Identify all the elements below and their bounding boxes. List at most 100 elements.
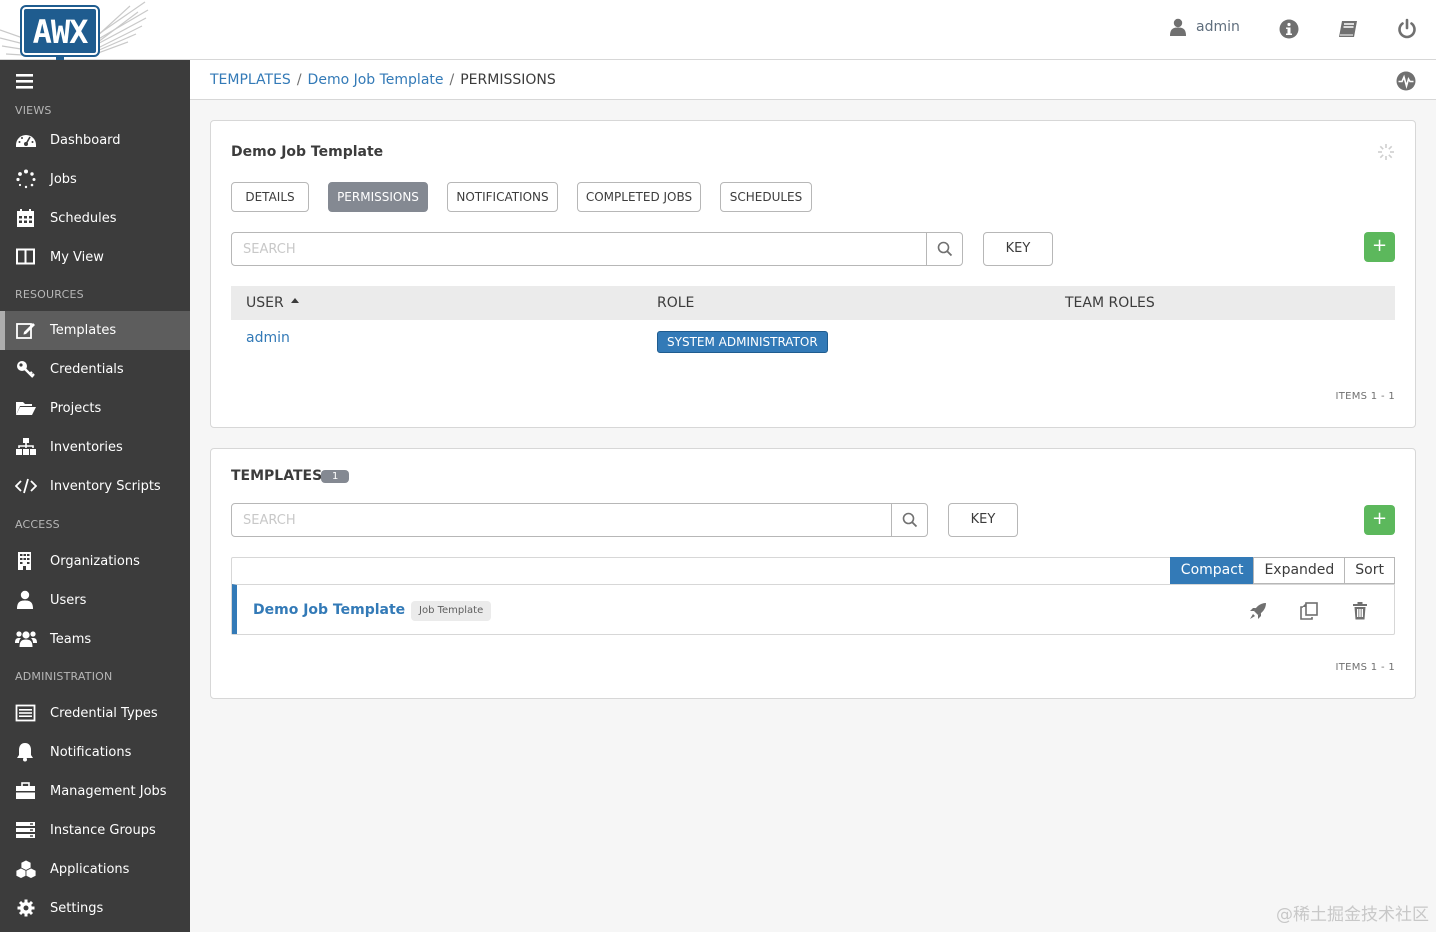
launch-rocket-icon[interactable] [1248, 601, 1268, 621]
code-icon [15, 478, 37, 494]
sidebar-item-my-view[interactable]: My View [0, 238, 190, 277]
search-button[interactable] [926, 233, 962, 265]
permissions-search [231, 232, 963, 266]
permission-user-link[interactable]: admin [246, 330, 290, 346]
role-badge[interactable]: SYSTEM ADMINISTRATOR [657, 331, 828, 353]
sidebar-item-jobs[interactable]: Jobs [0, 160, 190, 199]
search-input[interactable] [232, 233, 926, 265]
sidebar-item-schedules[interactable]: Schedules [0, 199, 190, 238]
sidebar-section-access: ACCESS [15, 518, 60, 531]
breadcrumb-bar: TEMPLATES / Demo Job Template / PERMISSIONS [190, 60, 1436, 100]
view-compact-button[interactable]: Compact [1169, 557, 1255, 584]
sidebar-item-label: Settings [50, 901, 104, 916]
sidebar-item-dashboard[interactable]: Dashboard [0, 121, 190, 160]
docs-book-icon[interactable] [1338, 18, 1358, 40]
breadcrumb-templates-link[interactable]: TEMPLATES [210, 72, 291, 88]
bell-icon [17, 743, 33, 762]
logout-power-icon[interactable] [1397, 18, 1417, 40]
sidebar-item-applications[interactable]: Applications [0, 850, 190, 889]
sort-ascending-icon[interactable] [291, 298, 299, 303]
sidebar-item-credential-types[interactable]: Credential Types [0, 694, 190, 733]
search-input[interactable] [232, 504, 891, 536]
cubes-icon [15, 859, 37, 879]
users-icon [15, 631, 37, 647]
breadcrumb-current: PERMISSIONS [460, 72, 556, 88]
items-count: ITEMS 1 - 1 [1335, 391, 1395, 402]
sidebar-item-label: Inventories [50, 440, 123, 455]
info-icon[interactable] [1279, 18, 1299, 40]
key-button[interactable]: KEY [948, 503, 1018, 537]
dashboard-icon [16, 135, 36, 147]
tab-schedules[interactable]: SCHEDULES [720, 182, 812, 212]
breadcrumb-separator: / [296, 72, 302, 88]
sidebar-item-label: Templates [50, 323, 117, 338]
sidebar-item-inventory-scripts[interactable]: Inventory Scripts [0, 467, 190, 506]
breadcrumb-separator: / [449, 72, 455, 88]
copy-icon[interactable] [1299, 601, 1319, 621]
awx-logo[interactable]: AWX [0, 0, 150, 60]
column-header-user[interactable]: USER [246, 295, 284, 311]
sidebar-item-teams[interactable]: Teams [0, 620, 190, 659]
sidebar-item-label: Dashboard [50, 133, 121, 148]
sidebar-item-label: Applications [50, 862, 130, 877]
tab-details[interactable]: DETAILS [231, 182, 309, 212]
sidebar-section-administration: ADMINISTRATION [15, 670, 113, 683]
sitemap-icon [16, 438, 36, 455]
jobs-spinner-icon [16, 169, 36, 189]
sidebar-item-label: Organizations [50, 554, 140, 569]
sidebar-item-management-jobs[interactable]: Management Jobs [0, 772, 190, 811]
sidebar-item-projects[interactable]: Projects [0, 389, 190, 428]
building-icon [18, 552, 31, 570]
sidebar-item-inventories[interactable]: Inventories [0, 428, 190, 467]
sidebar-item-label: Management Jobs [50, 784, 167, 799]
column-header-role: ROLE [657, 295, 695, 311]
hamburger-menu-icon[interactable] [16, 73, 36, 91]
templates-panel: TEMPLATES 1 KEY + Compact Expanded Sort … [210, 448, 1416, 699]
tab-permissions[interactable]: PERMISSIONS [328, 182, 428, 212]
breadcrumb-template-link[interactable]: Demo Job Template [308, 72, 444, 88]
user-icon [1170, 18, 1186, 36]
key-button[interactable]: KEY [983, 232, 1053, 266]
search-button[interactable] [891, 504, 927, 536]
sidebar-item-label: Projects [50, 401, 102, 416]
view-toggle: Compact Expanded Sort [1169, 557, 1395, 584]
sidebar-item-users[interactable]: Users [0, 581, 190, 620]
sidebar-item-label: Credential Types [50, 706, 158, 721]
calendar-icon [17, 209, 34, 227]
panel-title: TEMPLATES [231, 468, 323, 484]
breadcrumb: TEMPLATES / Demo Job Template / PERMISSIONS [210, 72, 556, 88]
logo-wing-graphic [90, 1, 149, 56]
template-type-tag: Job Template [411, 601, 492, 621]
edit-icon [16, 323, 35, 339]
template-name-link[interactable]: Demo Job Template [253, 602, 405, 618]
sidebar-item-label: Instance Groups [50, 823, 156, 838]
sort-button[interactable]: Sort [1344, 557, 1395, 584]
sidebar-item-label: Users [50, 593, 87, 608]
sidebar-item-settings[interactable]: Settings [0, 889, 190, 928]
tab-completed-jobs[interactable]: COMPLETED JOBS [577, 182, 701, 212]
sidebar-item-label: Schedules [50, 211, 117, 226]
briefcase-icon [16, 782, 35, 799]
items-count: ITEMS 1 - 1 [1335, 662, 1395, 673]
sidebar-item-organizations[interactable]: Organizations [0, 542, 190, 581]
templates-list: Compact Expanded Sort Demo Job Template … [231, 557, 1395, 635]
sidebar-item-templates[interactable]: Templates [0, 311, 190, 350]
view-expanded-button[interactable]: Expanded [1253, 557, 1346, 584]
column-header-team-roles: TEAM ROLES [1065, 295, 1155, 311]
server-icon [16, 822, 35, 838]
sidebar: VIEWS Dashboard Jobs Schedules My View R… [0, 60, 190, 932]
cog-icon [17, 899, 35, 917]
current-user-menu[interactable]: admin [1170, 18, 1240, 36]
activity-stream-icon[interactable] [1396, 71, 1416, 91]
sidebar-item-label: Notifications [50, 745, 132, 760]
tab-notifications[interactable]: NOTIFICATIONS [447, 182, 558, 212]
sidebar-item-credentials[interactable]: Credentials [0, 350, 190, 389]
sidebar-item-notifications[interactable]: Notifications [0, 733, 190, 772]
sidebar-section-views: VIEWS [15, 104, 52, 117]
sidebar-item-instance-groups[interactable]: Instance Groups [0, 811, 190, 850]
sidebar-item-label: Credentials [50, 362, 124, 377]
delete-trash-icon[interactable] [1350, 601, 1370, 621]
add-template-button[interactable]: + [1364, 505, 1395, 535]
add-permission-button[interactable]: + [1364, 232, 1395, 262]
sidebar-section-resources: RESOURCES [15, 288, 84, 301]
